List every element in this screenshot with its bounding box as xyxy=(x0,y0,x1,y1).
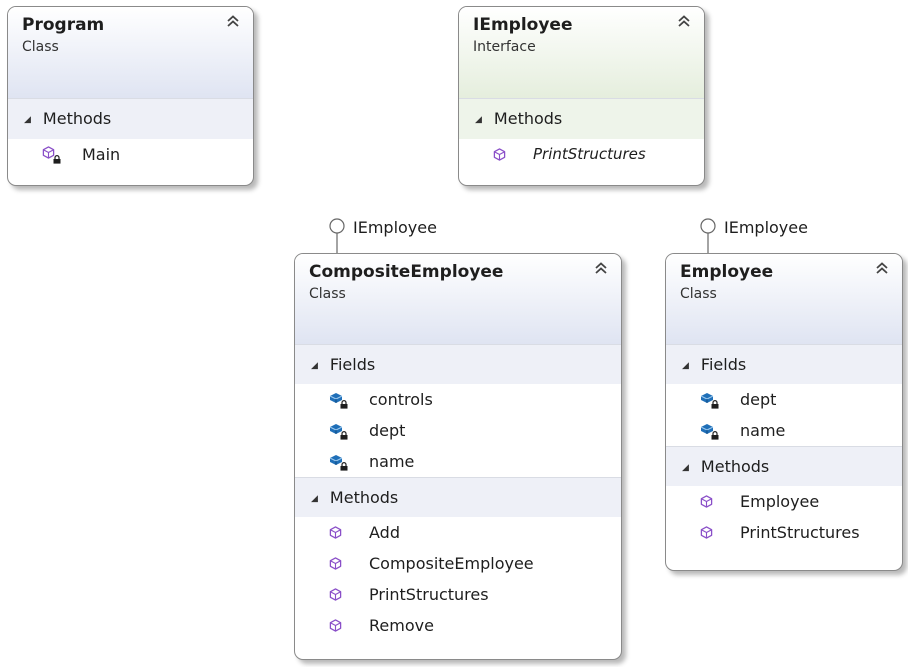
method-item-compositeemployee[interactable]: CompositeEmployee xyxy=(295,548,621,579)
method-item-printstructures[interactable]: PrintStructures xyxy=(295,579,621,610)
section-label: Fields xyxy=(329,355,376,374)
interface-lollipop-icon xyxy=(700,218,716,254)
section-label: Methods xyxy=(42,109,112,128)
employee-interface-lollipop: IEmployee xyxy=(700,218,808,254)
method-icon xyxy=(329,556,342,570)
field-item-dept[interactable]: dept xyxy=(295,415,621,446)
member-label: PrintStructures xyxy=(740,523,860,542)
expand-triangle-icon: ◢ xyxy=(311,361,318,371)
methods-section-header[interactable]: ◢ Methods xyxy=(295,477,621,517)
method-item-employee[interactable]: Employee xyxy=(666,486,902,517)
collapse-icon[interactable] xyxy=(225,13,241,29)
member-label: PrintStructures xyxy=(533,145,646,163)
method-icon xyxy=(700,494,713,508)
section-label: Methods xyxy=(329,488,399,507)
expand-triangle-icon: ◢ xyxy=(475,115,482,125)
collapse-icon[interactable] xyxy=(874,260,890,276)
employee-class-box[interactable]: Employee Class ◢ Fields dept name ◢ Method… xyxy=(665,253,903,571)
methods-section-header[interactable]: ◢ Methods xyxy=(8,98,253,139)
interface-lollipop-icon xyxy=(329,218,345,254)
expand-triangle-icon: ◢ xyxy=(24,115,31,125)
section-label: Fields xyxy=(700,355,747,374)
method-item-add[interactable]: Add xyxy=(295,517,621,548)
compositeemployee-stereotype: Class xyxy=(309,286,346,302)
compositeemployee-class-box[interactable]: CompositeEmployee Class ◢ Fields controls… xyxy=(294,253,622,660)
method-item-printstructures[interactable]: PrintStructures xyxy=(459,139,704,170)
private-field-icon xyxy=(329,391,348,409)
program-class-box[interactable]: Program Class ◢ Methods Main xyxy=(7,6,254,186)
iemployee-interface-box[interactable]: IEmployee Interface ◢ Methods PrintStruct… xyxy=(458,6,705,186)
method-icon xyxy=(329,618,342,632)
member-label: dept xyxy=(369,421,406,440)
iemployee-title: IEmployee xyxy=(473,15,573,35)
method-item-remove[interactable]: Remove xyxy=(295,610,621,641)
member-label: name xyxy=(740,421,786,440)
member-label: dept xyxy=(740,390,777,409)
method-item-printstructures[interactable]: PrintStructures xyxy=(666,517,902,548)
fields-section-header[interactable]: ◢ Fields xyxy=(666,344,902,384)
field-item-name[interactable]: name xyxy=(666,415,902,446)
private-field-icon xyxy=(700,422,719,440)
member-label: Remove xyxy=(369,616,434,635)
field-item-dept[interactable]: dept xyxy=(666,384,902,415)
program-stereotype: Class xyxy=(22,39,59,55)
methods-section-header[interactable]: ◢ Methods xyxy=(666,446,902,486)
program-title: Program xyxy=(22,15,105,35)
composite-interface-lollipop: IEmployee xyxy=(329,218,437,254)
method-icon xyxy=(493,147,506,161)
member-label: Add xyxy=(369,523,400,542)
compositeemployee-header: CompositeEmployee Class xyxy=(295,254,621,344)
interface-label: IEmployee xyxy=(724,218,808,237)
fields-section-header[interactable]: ◢ Fields xyxy=(295,344,621,384)
program-header: Program Class xyxy=(8,7,253,98)
expand-triangle-icon: ◢ xyxy=(311,494,318,504)
private-field-icon xyxy=(329,422,348,440)
private-field-icon xyxy=(700,391,719,409)
section-label: Methods xyxy=(700,457,770,476)
member-label: CompositeEmployee xyxy=(369,554,534,573)
method-icon xyxy=(329,525,342,539)
collapse-icon[interactable] xyxy=(593,260,609,276)
employee-title: Employee xyxy=(680,262,774,282)
iemployee-stereotype: Interface xyxy=(473,39,536,55)
employee-header: Employee Class xyxy=(666,254,902,344)
section-label: Methods xyxy=(493,109,563,128)
member-label: Main xyxy=(82,145,121,164)
field-item-name[interactable]: name xyxy=(295,446,621,477)
field-item-controls[interactable]: controls xyxy=(295,384,621,415)
expand-triangle-icon: ◢ xyxy=(682,361,689,371)
method-item-main[interactable]: Main xyxy=(8,139,253,170)
expand-triangle-icon: ◢ xyxy=(682,463,689,473)
method-icon xyxy=(329,587,342,601)
member-label: name xyxy=(369,452,415,471)
collapse-icon[interactable] xyxy=(676,13,692,29)
private-field-icon xyxy=(329,453,348,471)
member-label: Employee xyxy=(740,492,820,511)
employee-stereotype: Class xyxy=(680,286,717,302)
interface-label: IEmployee xyxy=(353,218,437,237)
method-icon xyxy=(700,525,713,539)
compositeemployee-title: CompositeEmployee xyxy=(309,262,504,282)
private-method-icon xyxy=(42,145,61,164)
member-label: controls xyxy=(369,390,433,409)
iemployee-header: IEmployee Interface xyxy=(459,7,704,98)
methods-section-header[interactable]: ◢ Methods xyxy=(459,98,704,139)
member-label: PrintStructures xyxy=(369,585,489,604)
